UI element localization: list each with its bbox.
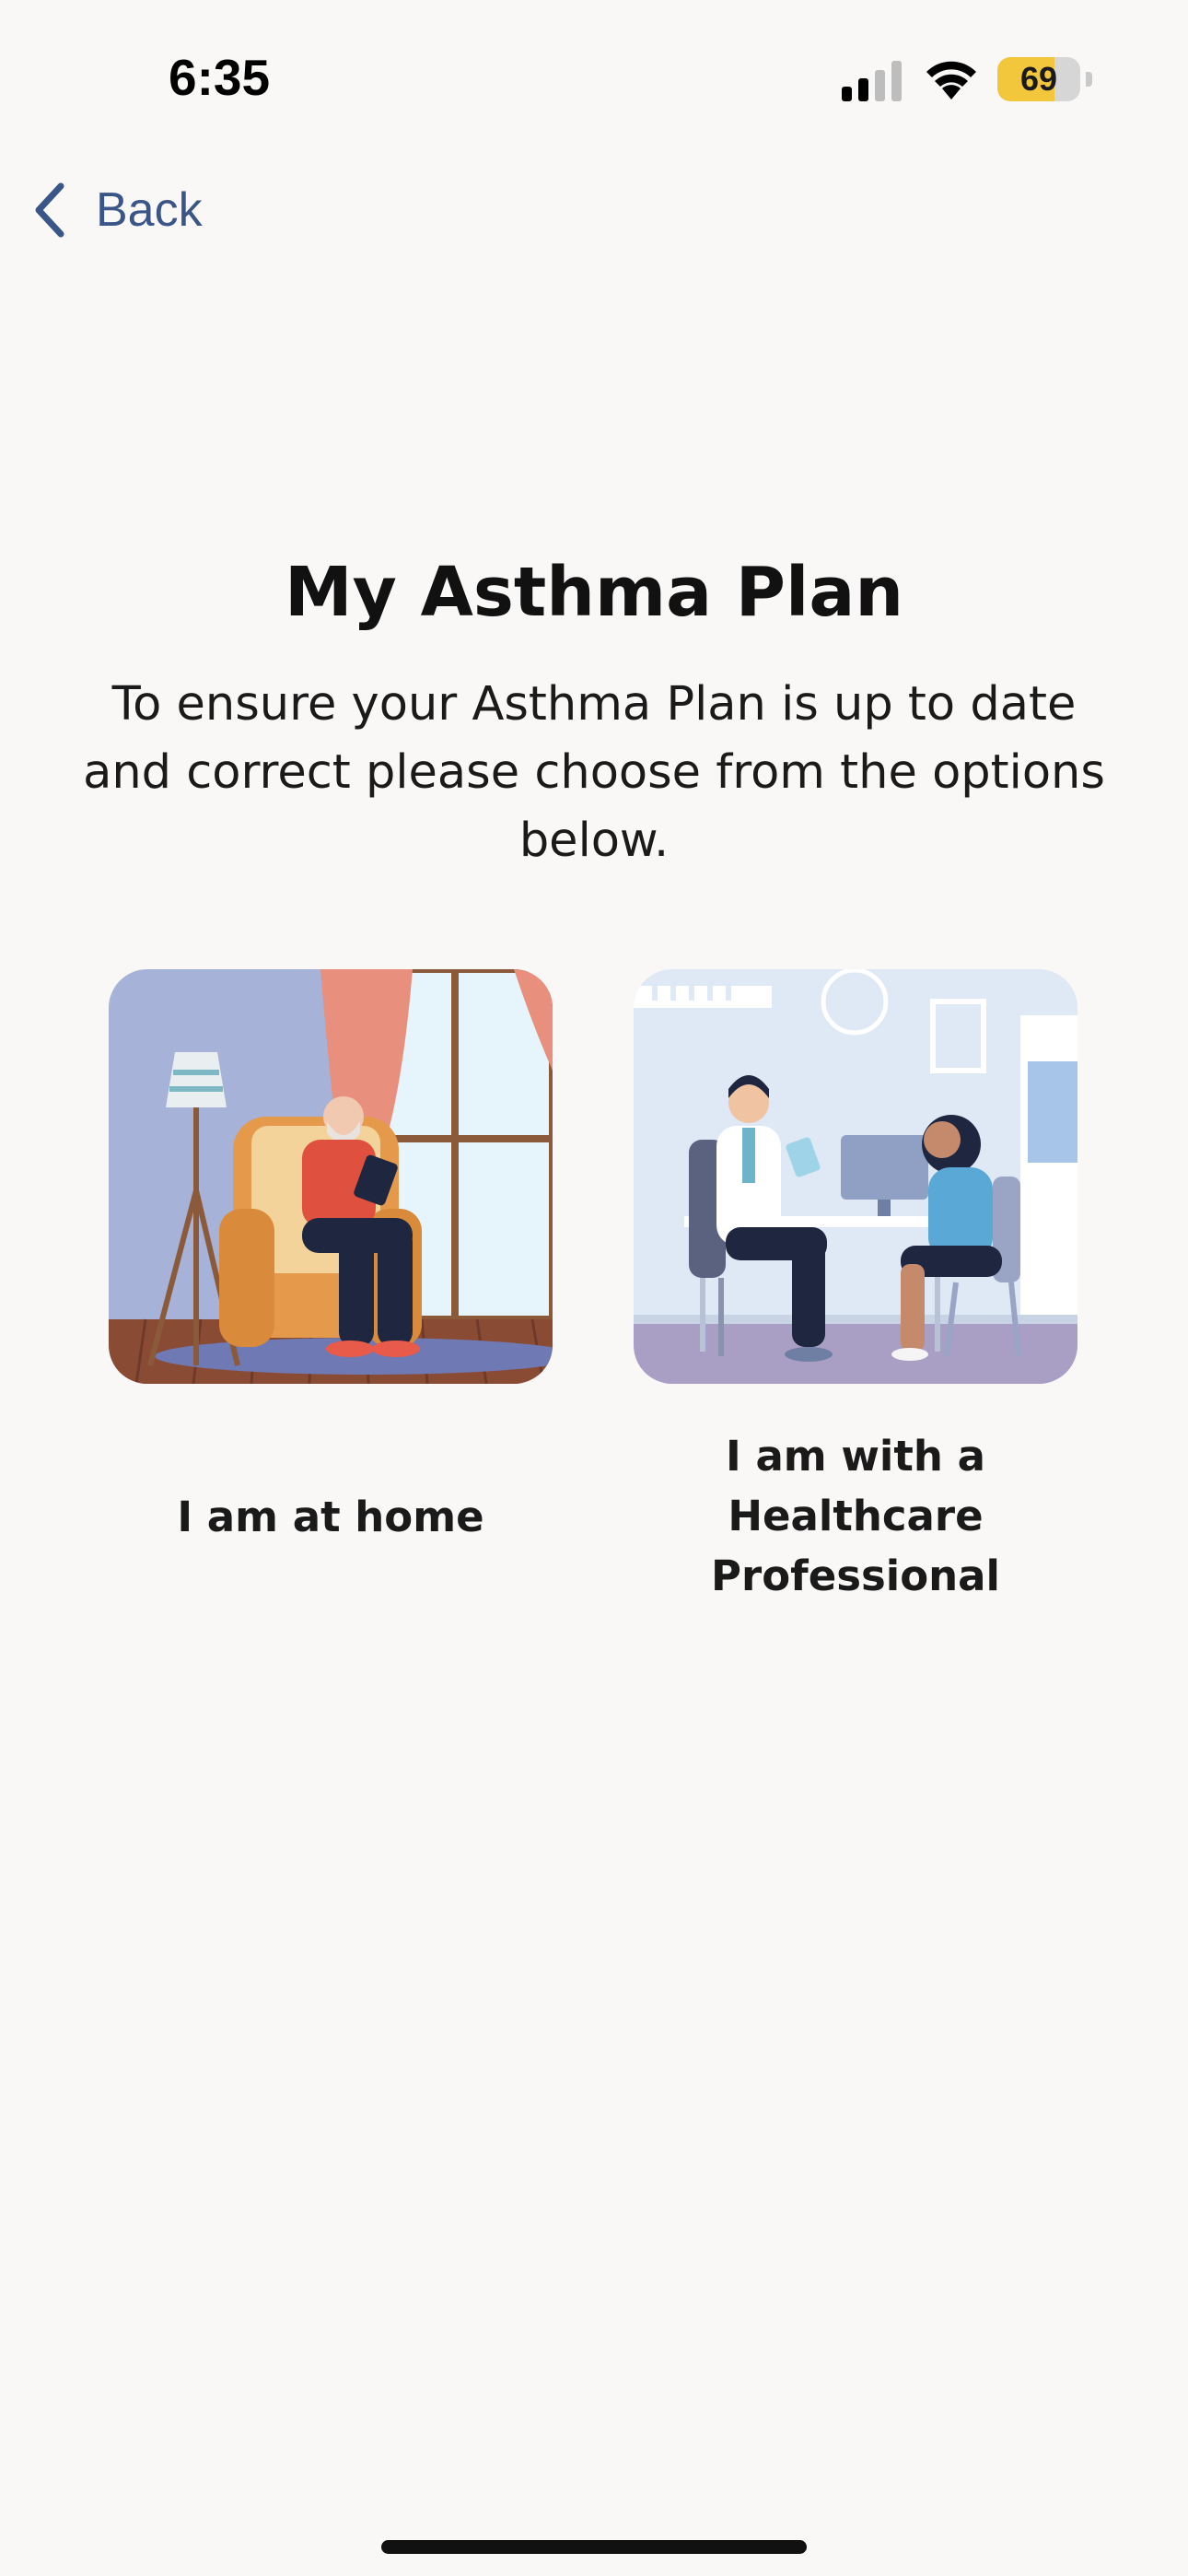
battery-icon: 69: [997, 57, 1092, 101]
status-bar: 6:35 69: [0, 0, 1188, 157]
home-indicator[interactable]: [381, 2540, 807, 2554]
option-at-home-label: I am at home: [177, 1493, 484, 1541]
back-button[interactable]: Back: [31, 173, 203, 247]
option-with-healthcare-professional[interactable]: I am with a Healthcare Professional: [634, 969, 1077, 1600]
home-illustration: [109, 969, 553, 1384]
battery-level: 69: [1019, 60, 1058, 98]
chevron-left-icon: [35, 182, 64, 238]
page-subtitle: To ensure your Asthma Plan is up to date…: [83, 677, 1105, 868]
signal-icon: [842, 61, 902, 101]
option-at-home[interactable]: I am at home: [109, 969, 553, 1541]
option-with-healthcare-professional-label: I am with a Healthcare Professional: [711, 1432, 1000, 1600]
back-label: Back: [96, 183, 203, 237]
wifi-icon: [926, 61, 976, 100]
status-time: 6:35: [169, 49, 271, 106]
page-title: My Asthma Plan: [284, 553, 904, 632]
healthcare-illustration: [634, 969, 1077, 1384]
